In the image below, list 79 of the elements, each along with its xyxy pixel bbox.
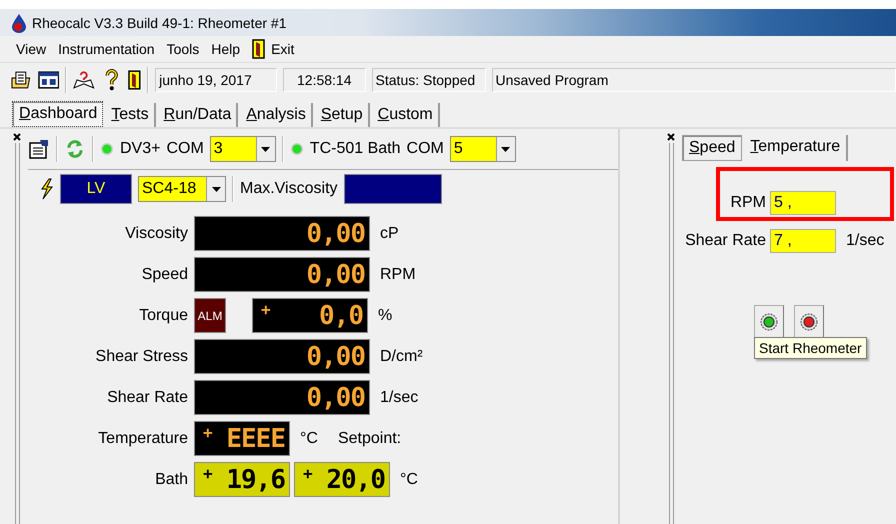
- com-label: COM: [166, 140, 204, 158]
- door-icon: [252, 39, 266, 59]
- status-field: Status: Stopped: [372, 68, 486, 92]
- reading-label: Torque: [138, 306, 189, 324]
- caret-icon: [501, 146, 510, 152]
- door-icon[interactable]: [128, 70, 142, 90]
- open-file-icon[interactable]: [10, 69, 32, 91]
- field-label: Shear Rate: [684, 232, 767, 250]
- tab[interactable]: Speed: [682, 135, 742, 161]
- setpoint-label: Setpoint:: [338, 430, 402, 448]
- display-value: 0,00: [306, 218, 365, 248]
- input-field[interactable]: 7 ,: [770, 229, 836, 253]
- sign-indicator: +: [261, 300, 271, 319]
- display-value: 0,0: [319, 300, 363, 330]
- start-button[interactable]: [754, 305, 784, 339]
- menu-label: Exit: [271, 41, 294, 57]
- unit-label: °C: [300, 430, 318, 448]
- display-value: 19,6: [226, 464, 285, 494]
- dropdown[interactable]: SC4-18: [138, 176, 226, 202]
- time-field: 12:58:14: [282, 68, 366, 92]
- help-book-icon[interactable]: [73, 69, 95, 91]
- window-icon[interactable]: [38, 69, 60, 91]
- display-value: 0,00: [306, 382, 365, 412]
- display-value: 0,00: [306, 260, 365, 290]
- unit-label: RPM: [380, 266, 416, 284]
- properties-icon[interactable]: [28, 138, 50, 160]
- tab[interactable]: Run/Data: [158, 103, 238, 127]
- close-icon[interactable]: [667, 133, 675, 141]
- app-logo-icon: [10, 12, 28, 32]
- dropdown[interactable]: 5: [450, 136, 516, 162]
- tab[interactable]: Analysis: [240, 103, 313, 127]
- display-value: EEEE: [226, 424, 285, 454]
- tooltip: Start Rheometer: [754, 337, 867, 359]
- window-title: Rheocalc V3.3 Build 49-1: Rheometer #1: [32, 14, 286, 30]
- unit-label: °C: [400, 470, 418, 488]
- stop-button[interactable]: [794, 305, 824, 339]
- com-label: COM: [406, 140, 444, 158]
- field-label: Max.Viscosity: [240, 180, 338, 198]
- sign-indicator: +: [203, 423, 213, 442]
- display-value: 0,00: [306, 342, 365, 372]
- sign-indicator: +: [303, 464, 313, 483]
- caret-icon: [261, 146, 270, 152]
- unit-label: D/cm²: [380, 348, 423, 366]
- input-field[interactable]: 5 ,: [770, 191, 836, 215]
- unit-label: %: [378, 306, 392, 324]
- unit-label: 1/sec: [846, 232, 884, 250]
- device-name: TC-501 Bath: [310, 140, 401, 158]
- reading-label: Temperature: [97, 430, 189, 448]
- tab[interactable]: Tests: [105, 103, 156, 127]
- unit-label: cP: [380, 224, 399, 242]
- reading-label: Shear Rate: [106, 388, 189, 406]
- tab[interactable]: Temperature: [744, 135, 848, 161]
- menu-item[interactable]: Tools: [160, 41, 206, 57]
- tab[interactable]: Dashboard: [12, 101, 104, 127]
- reading-label: Shear Stress: [94, 348, 189, 366]
- menu-item[interactable]: Help: [205, 41, 246, 57]
- caret-icon: [212, 186, 220, 192]
- menu-item[interactable]: Exit: [246, 39, 300, 59]
- field-label: RPM: [729, 194, 767, 212]
- date-field: junho 19, 2017: [155, 68, 277, 92]
- tab[interactable]: Setup: [314, 103, 370, 127]
- menu-item[interactable]: View: [10, 41, 52, 57]
- tab[interactable]: Custom: [372, 103, 440, 127]
- unit-label: 1/sec: [380, 388, 418, 406]
- alarm-indicator: ALM: [194, 298, 226, 333]
- menu-item[interactable]: Instrumentation: [52, 41, 161, 57]
- led-icon: [760, 313, 778, 331]
- reading-label: Bath: [154, 470, 189, 488]
- reading-label: Speed: [140, 266, 189, 284]
- device-name: DV3+: [120, 140, 160, 158]
- sign-indicator: +: [203, 464, 213, 483]
- lightning-icon: [40, 178, 54, 200]
- program-field: Unsaved Program: [492, 68, 896, 92]
- dropdown[interactable]: 3: [210, 136, 276, 162]
- display-value: 20,0: [326, 464, 385, 494]
- led-icon: [800, 313, 818, 331]
- reading-label: Viscosity: [124, 224, 189, 242]
- close-icon[interactable]: [13, 133, 21, 141]
- range-display: LV: [60, 174, 132, 204]
